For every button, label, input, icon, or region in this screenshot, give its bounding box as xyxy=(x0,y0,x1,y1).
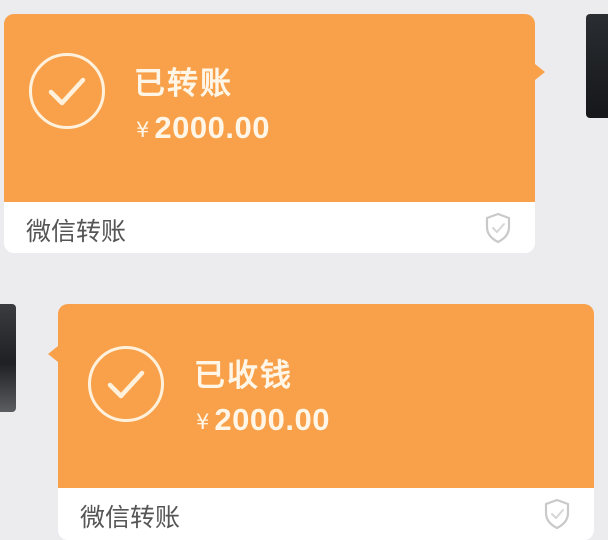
transfer-amount: 2000.00 xyxy=(154,110,270,145)
avatar-right[interactable] xyxy=(586,14,608,118)
transfer-status-text: 已转账 xyxy=(134,66,233,102)
bubble-tail xyxy=(48,346,58,362)
transfer-message-received[interactable]: 已收钱 ¥ 2000.00 微信转账 xyxy=(48,304,594,540)
transfer-amount-row: ¥ 2000.00 xyxy=(136,110,270,146)
transfer-footer[interactable]: 微信转账 xyxy=(4,202,535,253)
transfer-status-text: 已收钱 xyxy=(194,358,293,394)
footer-label: 微信转账 xyxy=(80,503,181,532)
transfer-card-body[interactable]: 已收钱 ¥ 2000.00 xyxy=(48,304,594,488)
transfer-amount: 2000.00 xyxy=(214,402,330,437)
footer-label: 微信转账 xyxy=(26,217,127,246)
currency-symbol: ¥ xyxy=(136,118,150,142)
transfer-footer[interactable]: 微信转账 xyxy=(58,488,594,540)
check-circle-icon xyxy=(29,53,105,129)
check-circle-icon xyxy=(88,346,164,422)
shield-icon xyxy=(480,210,516,250)
transfer-amount-row: ¥ 2000.00 xyxy=(196,402,330,438)
avatar-left[interactable] xyxy=(0,304,16,412)
currency-symbol: ¥ xyxy=(196,410,210,434)
shield-icon xyxy=(539,496,575,536)
bubble-tail xyxy=(535,64,545,80)
transfer-message-sent[interactable]: 已转账 ¥ 2000.00 微信转账 xyxy=(4,14,545,253)
transfer-card-body[interactable]: 已转账 ¥ 2000.00 xyxy=(4,14,545,202)
